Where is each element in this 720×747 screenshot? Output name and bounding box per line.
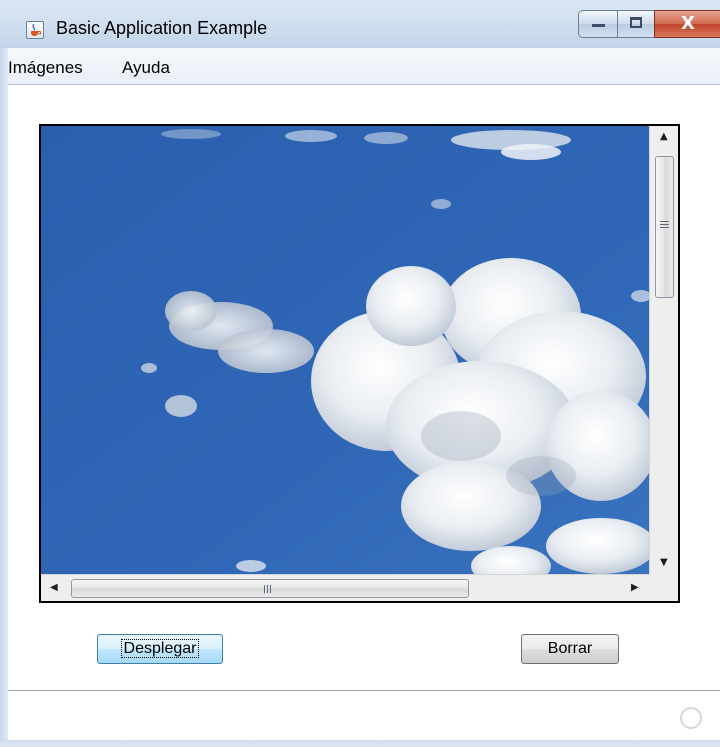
scroll-corner [649, 574, 678, 601]
vertical-scrollbar[interactable]: ▲ ▼ [649, 126, 678, 574]
title-bar[interactable]: Basic Application Example X [0, 0, 720, 48]
scroll-down-icon[interactable]: ▼ [660, 558, 668, 568]
client-area: Imágenes Ayuda ▲ ▼ ◀ ▶ Desplegar Borrar [8, 48, 720, 740]
menu-imagenes[interactable]: Imágenes [8, 58, 83, 78]
scroll-left-icon[interactable]: ◀ [50, 583, 58, 593]
display-button-label: Desplegar [120, 639, 200, 658]
menu-ayuda[interactable]: Ayuda [122, 58, 170, 78]
scroll-up-icon[interactable]: ▲ [660, 132, 668, 142]
scroll-right-icon[interactable]: ▶ [631, 583, 639, 593]
maximize-button[interactable] [617, 10, 655, 38]
maximize-icon [630, 17, 642, 28]
horizontal-grip-icon [264, 585, 272, 593]
busy-indicator-icon [680, 707, 702, 729]
vertical-scroll-thumb[interactable] [655, 156, 674, 298]
display-button[interactable]: Desplegar [97, 634, 223, 664]
close-button[interactable]: X [654, 10, 720, 38]
minimize-icon [592, 24, 605, 27]
window-title: Basic Application Example [56, 18, 268, 38]
menu-bar: Imágenes Ayuda [8, 48, 720, 85]
sky-with-clouds-image [41, 126, 649, 574]
close-icon: X [681, 13, 695, 34]
image-scroll-pane[interactable]: ▲ ▼ ◀ ▶ [39, 124, 680, 603]
clear-button-label: Borrar [547, 640, 593, 657]
java-cup-icon[interactable] [26, 21, 44, 39]
status-bar [8, 691, 720, 740]
image-viewport [41, 126, 649, 574]
vertical-grip-icon [660, 221, 669, 229]
horizontal-scrollbar[interactable]: ◀ ▶ [41, 574, 649, 601]
minimize-button[interactable] [578, 10, 618, 38]
clear-button[interactable]: Borrar [521, 634, 619, 664]
horizontal-scroll-thumb[interactable] [71, 579, 469, 598]
window-bottom-border [0, 740, 720, 747]
app-window: Basic Application Example X Imágenes Ayu… [0, 0, 720, 747]
caption-buttons: X [578, 10, 720, 38]
